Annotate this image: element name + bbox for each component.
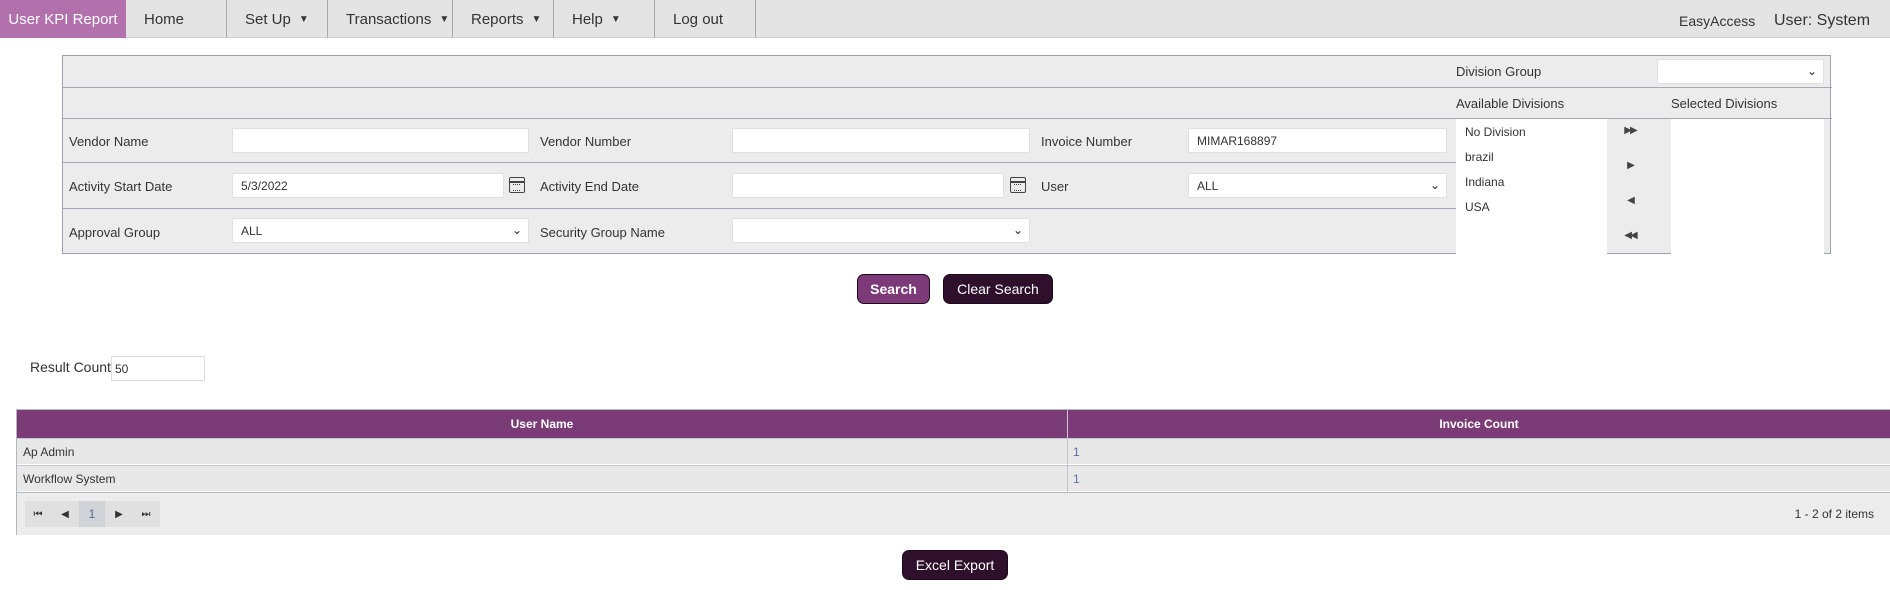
activity-end-date-label: Activity End Date bbox=[540, 179, 639, 194]
invoice-number-input[interactable]: MIMAR168897 bbox=[1188, 128, 1447, 153]
nav-home-label: Home bbox=[144, 10, 185, 28]
chevron-down-icon: ⌄ bbox=[1429, 178, 1440, 192]
pager: ⏮ ◀ 1 ▶ ⏭ 1 - 2 of 2 items bbox=[17, 492, 1890, 535]
table-row[interactable]: Ap Admin 1 bbox=[17, 438, 1890, 464]
filter-panel: Division Group ⌄ Available Divisions Sel… bbox=[62, 55, 1832, 254]
chevron-down-icon: ⌄ bbox=[1806, 64, 1817, 78]
move-all-right-icon[interactable]: ▶▶ bbox=[1610, 125, 1650, 136]
nav-transactions-label: Transactions bbox=[346, 10, 432, 28]
current-user: User: System bbox=[1774, 12, 1871, 29]
cell-invoice-count[interactable]: 1 bbox=[1067, 439, 1080, 465]
approval-group-value: ALL bbox=[241, 223, 263, 238]
user-label: User bbox=[1041, 179, 1069, 194]
division-option[interactable]: USA bbox=[1465, 200, 1490, 214]
divider bbox=[63, 87, 1832, 88]
division-group-label: Division Group bbox=[1456, 64, 1542, 79]
security-group-label: Security Group Name bbox=[540, 225, 665, 240]
calendar-icon[interactable] bbox=[1010, 177, 1026, 193]
cell-invoice-count[interactable]: 1 bbox=[1067, 466, 1080, 492]
first-page-icon[interactable]: ⏮ bbox=[25, 501, 51, 527]
cell-user-name: Workflow System bbox=[23, 472, 116, 486]
security-group-select[interactable]: ⌄ bbox=[732, 218, 1030, 243]
activity-start-date-input[interactable]: 5/3/2022 bbox=[232, 173, 504, 198]
move-right-icon[interactable]: ▶ bbox=[1610, 160, 1650, 171]
nav-help[interactable]: Help ▼ bbox=[554, 0, 655, 38]
search-button[interactable]: Search bbox=[857, 274, 930, 304]
grid-header: User Name Invoice Count bbox=[17, 410, 1890, 438]
divider bbox=[63, 162, 1456, 163]
approval-group-label: Approval Group bbox=[69, 225, 161, 240]
report-title-tab[interactable]: User KPI Report bbox=[0, 0, 126, 38]
available-divisions-label: Available Divisions bbox=[1456, 96, 1565, 111]
previous-page-icon[interactable]: ◀ bbox=[52, 501, 78, 527]
division-option[interactable]: No Division bbox=[1465, 125, 1526, 139]
column-header-invoice-count[interactable]: Invoice Count bbox=[1067, 410, 1890, 438]
nav-help-label: Help bbox=[572, 10, 603, 28]
vendor-name-label: Vendor Name bbox=[69, 134, 149, 149]
nav-reports-label: Reports bbox=[471, 10, 524, 28]
activity-end-date-input[interactable] bbox=[732, 173, 1004, 198]
user-select[interactable]: ALL ⌄ bbox=[1188, 173, 1447, 198]
vendor-name-input[interactable] bbox=[232, 128, 529, 153]
nav-setup-label: Set Up bbox=[245, 10, 291, 28]
caret-down-icon: ▼ bbox=[439, 13, 450, 25]
nav-logout[interactable]: Log out bbox=[655, 0, 756, 38]
next-page-icon[interactable]: ▶ bbox=[106, 501, 132, 527]
results-grid: User Name Invoice Count Ap Admin 1 Workf… bbox=[16, 409, 1890, 535]
user-select-value: ALL bbox=[1197, 178, 1219, 193]
invoice-number-label: Invoice Number bbox=[1041, 134, 1133, 149]
selected-divisions-label: Selected Divisions bbox=[1671, 96, 1778, 111]
result-count-label: Result Count bbox=[30, 359, 111, 375]
caret-down-icon: ▼ bbox=[531, 13, 542, 25]
current-page-number[interactable]: 1 bbox=[79, 501, 105, 527]
caret-down-icon: ▼ bbox=[298, 13, 309, 25]
divider bbox=[63, 208, 1456, 209]
top-navigation-bar: User KPI Report Home Set Up ▼ Transactio… bbox=[0, 0, 1890, 38]
pager-controls: ⏮ ◀ 1 ▶ ⏭ bbox=[25, 501, 160, 527]
vendor-number-input[interactable] bbox=[732, 128, 1030, 153]
move-all-left-icon[interactable]: ◀◀ bbox=[1610, 230, 1650, 241]
caret-down-icon: ▼ bbox=[610, 13, 621, 25]
excel-export-button[interactable]: Excel Export bbox=[902, 550, 1008, 580]
selected-divisions-list[interactable] bbox=[1671, 119, 1824, 254]
vendor-number-label: Vendor Number bbox=[540, 134, 632, 149]
column-divider bbox=[1067, 438, 1068, 492]
chevron-down-icon: ⌄ bbox=[1012, 223, 1023, 237]
nav-transactions[interactable]: Transactions ▼ bbox=[328, 0, 453, 38]
nav-reports[interactable]: Reports ▼ bbox=[453, 0, 554, 38]
division-group-select[interactable]: ⌄ bbox=[1657, 59, 1824, 84]
division-option[interactable]: brazil bbox=[1465, 150, 1494, 164]
chevron-down-icon: ⌄ bbox=[511, 223, 522, 237]
division-option[interactable]: Indiana bbox=[1465, 175, 1504, 189]
nav-logout-label: Log out bbox=[673, 10, 724, 28]
app-name: EasyAccess bbox=[1679, 13, 1756, 29]
pager-info: 1 - 2 of 2 items bbox=[1794, 507, 1874, 521]
column-header-user-name[interactable]: User Name bbox=[17, 410, 1067, 438]
clear-search-button[interactable]: Clear Search bbox=[943, 274, 1053, 304]
nav-home[interactable]: Home bbox=[126, 0, 227, 38]
result-count-input[interactable]: 50 bbox=[111, 356, 205, 381]
cell-user-name: Ap Admin bbox=[23, 445, 75, 459]
approval-group-select[interactable]: ALL ⌄ bbox=[232, 218, 529, 243]
table-row[interactable]: Workflow System 1 bbox=[17, 465, 1890, 491]
nav-setup[interactable]: Set Up ▼ bbox=[227, 0, 328, 38]
available-divisions-list[interactable]: No Division brazil Indiana USA bbox=[1456, 119, 1607, 254]
last-page-icon[interactable]: ⏭ bbox=[133, 501, 159, 527]
move-left-icon[interactable]: ◀ bbox=[1610, 195, 1650, 206]
calendar-icon[interactable] bbox=[509, 177, 525, 193]
activity-start-date-label: Activity Start Date bbox=[69, 179, 173, 194]
